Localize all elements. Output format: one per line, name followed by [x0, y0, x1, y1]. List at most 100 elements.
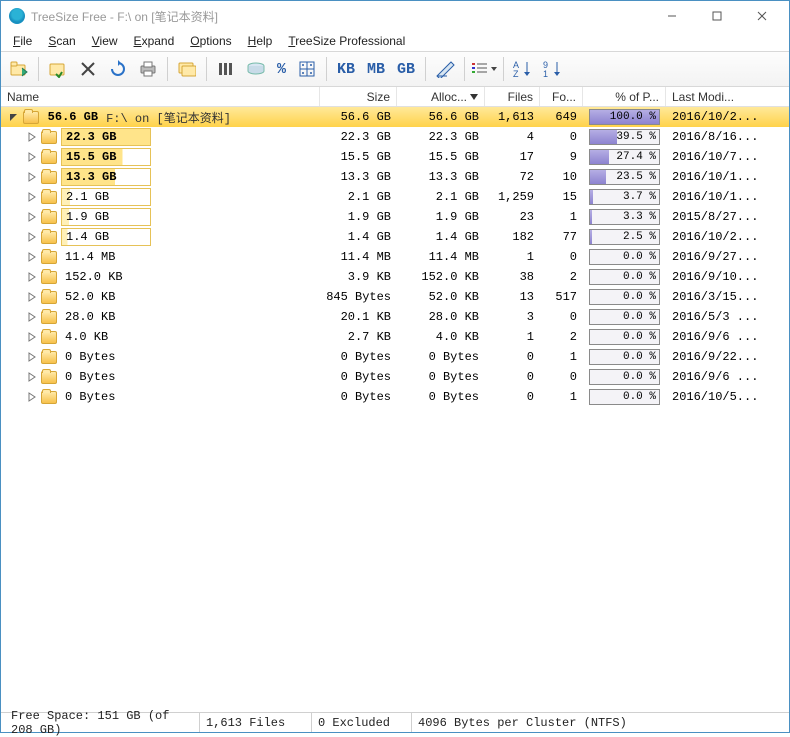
- expand-icon[interactable]: [25, 290, 39, 304]
- col-folders[interactable]: Fo...: [540, 87, 583, 106]
- print-button[interactable]: [134, 55, 162, 83]
- tree-row[interactable]: 4.0 KB2.7 KB4.0 KB120.0 %2016/9/6 ...: [1, 327, 789, 347]
- name-cell[interactable]: 0 Bytes: [1, 347, 320, 367]
- tree-row[interactable]: 56.6 GBF:\ on [笔记本资料]56.6 GB56.6 GB1,613…: [1, 107, 789, 127]
- name-cell[interactable]: 28.0 KB: [1, 307, 320, 327]
- expand-icon[interactable]: [25, 250, 39, 264]
- row-modified: 2016/10/1...: [666, 167, 789, 187]
- tree-row[interactable]: 52.0 KB845 Bytes52.0 KB135170.0 %2016/3/…: [1, 287, 789, 307]
- tree-row[interactable]: 152.0 KB3.9 KB152.0 KB3820.0 %2016/9/10.…: [1, 267, 789, 287]
- row-size: 2.7 KB: [320, 327, 397, 347]
- expand-icon[interactable]: [25, 270, 39, 284]
- menu-view[interactable]: View: [84, 32, 126, 50]
- tree-row[interactable]: 0 Bytes0 Bytes0 Bytes010.0 %2016/10/5...: [1, 387, 789, 407]
- menu-pro[interactable]: TreeSize Professional: [280, 32, 413, 50]
- kb-button[interactable]: KB: [332, 55, 360, 83]
- name-cell[interactable]: 4.0 KB: [1, 327, 320, 347]
- name-cell[interactable]: 0 Bytes: [1, 367, 320, 387]
- col-allocated[interactable]: Alloc...: [397, 87, 485, 106]
- drive-icon-button[interactable]: [242, 55, 270, 83]
- expand-icon[interactable]: [25, 210, 39, 224]
- tree-row[interactable]: 11.4 MB11.4 MB11.4 MB100.0 %2016/9/27...: [1, 247, 789, 267]
- menu-options[interactable]: Options: [182, 32, 239, 50]
- row-folders: 1: [540, 347, 583, 367]
- name-cell[interactable]: 2.1 GB: [1, 187, 320, 207]
- name-cell[interactable]: 13.3 GB: [1, 167, 320, 187]
- gb-button[interactable]: GB: [392, 55, 420, 83]
- col-files[interactable]: Files: [485, 87, 540, 106]
- remove-button[interactable]: [74, 55, 102, 83]
- row-allocated: 56.6 GB: [397, 107, 485, 127]
- row-allocated: 0 Bytes: [397, 367, 485, 387]
- row-folders: 649: [540, 107, 583, 127]
- tree-row[interactable]: 13.3 GB13.3 GB13.3 GB721023.5 %2016/10/1…: [1, 167, 789, 187]
- tree-row[interactable]: 28.0 KB20.1 KB28.0 KB300.0 %2016/5/3 ...: [1, 307, 789, 327]
- col-size[interactable]: Size: [320, 87, 397, 106]
- folder-icon: [41, 191, 57, 204]
- expand-icon[interactable]: [25, 190, 39, 204]
- name-cell[interactable]: 15.5 GB: [1, 147, 320, 167]
- tree-row[interactable]: 0 Bytes0 Bytes0 Bytes010.0 %2016/9/22...: [1, 347, 789, 367]
- expand-icon[interactable]: [25, 390, 39, 404]
- list-view-button[interactable]: [470, 55, 498, 83]
- name-cell[interactable]: 52.0 KB: [1, 287, 320, 307]
- row-size-label: 4.0 KB: [65, 330, 108, 344]
- refresh-button[interactable]: [104, 55, 132, 83]
- expand-icon[interactable]: [25, 170, 39, 184]
- ruler-button[interactable]: [431, 55, 459, 83]
- tree-row[interactable]: 0 Bytes0 Bytes0 Bytes000.0 %2016/9/6 ...: [1, 367, 789, 387]
- tree-row[interactable]: 1.9 GB1.9 GB1.9 GB2313.3 %2015/8/27...: [1, 207, 789, 227]
- tree-row[interactable]: 1.4 GB1.4 GB1.4 GB182772.5 %2016/10/2...: [1, 227, 789, 247]
- file-tree[interactable]: 56.6 GBF:\ on [笔记本资料]56.6 GB56.6 GB1,613…: [1, 107, 789, 712]
- select-drive-button[interactable]: [44, 55, 72, 83]
- sort-91-button[interactable]: 91: [539, 55, 567, 83]
- tree-row[interactable]: 2.1 GB2.1 GB2.1 GB1,259153.7 %2016/10/1.…: [1, 187, 789, 207]
- chart-bars-button[interactable]: [212, 55, 240, 83]
- col-name[interactable]: Name: [1, 87, 320, 106]
- row-size: 3.9 KB: [320, 267, 397, 287]
- row-folders: 77: [540, 227, 583, 247]
- size-bar: 22.3 GB: [61, 128, 151, 146]
- grid-button[interactable]: [293, 55, 321, 83]
- col-percent[interactable]: % of P...: [583, 87, 666, 106]
- row-files: 0: [485, 347, 540, 367]
- folder-icon: [41, 211, 57, 224]
- menu-expand[interactable]: Expand: [126, 32, 183, 50]
- name-cell[interactable]: 11.4 MB: [1, 247, 320, 267]
- name-cell[interactable]: 56.6 GBF:\ on [笔记本资料]: [1, 107, 320, 127]
- row-percent: 0.0 %: [583, 247, 666, 267]
- name-cell[interactable]: 22.3 GB: [1, 127, 320, 147]
- close-button[interactable]: [739, 2, 784, 30]
- open-folder-button[interactable]: [5, 55, 33, 83]
- maximize-button[interactable]: [694, 2, 739, 30]
- menu-help[interactable]: Help: [240, 32, 281, 50]
- percent-button[interactable]: %: [272, 55, 291, 83]
- expand-icon[interactable]: [25, 230, 39, 244]
- expand-icon[interactable]: [25, 330, 39, 344]
- name-cell[interactable]: 0 Bytes: [1, 387, 320, 407]
- name-cell[interactable]: 1.4 GB: [1, 227, 320, 247]
- row-size: 1.9 GB: [320, 207, 397, 227]
- expand-icon[interactable]: [25, 370, 39, 384]
- mb-button[interactable]: MB: [362, 55, 390, 83]
- menu-file[interactable]: FFileile: [5, 32, 40, 50]
- minimize-button[interactable]: [649, 2, 694, 30]
- folder-icon: [41, 391, 57, 404]
- menu-scan[interactable]: Scan: [40, 32, 83, 50]
- expand-all-button[interactable]: [173, 55, 201, 83]
- row-size-label: 152.0 KB: [65, 270, 123, 284]
- col-modified[interactable]: Last Modi...: [666, 87, 789, 106]
- tree-row[interactable]: 22.3 GB22.3 GB22.3 GB4039.5 %2016/8/16..…: [1, 127, 789, 147]
- tree-row[interactable]: 15.5 GB15.5 GB15.5 GB17927.4 %2016/10/7.…: [1, 147, 789, 167]
- expand-icon[interactable]: [25, 130, 39, 144]
- row-percent: 39.5 %: [583, 127, 666, 147]
- expand-icon[interactable]: [25, 350, 39, 364]
- expand-icon[interactable]: [25, 310, 39, 324]
- name-cell[interactable]: 1.9 GB: [1, 207, 320, 227]
- row-percent: 27.4 %: [583, 147, 666, 167]
- collapse-icon[interactable]: [7, 110, 21, 124]
- name-cell[interactable]: 152.0 KB: [1, 267, 320, 287]
- sort-az-button[interactable]: AZ: [509, 55, 537, 83]
- size-bar: 0 Bytes: [61, 368, 151, 386]
- expand-icon[interactable]: [25, 150, 39, 164]
